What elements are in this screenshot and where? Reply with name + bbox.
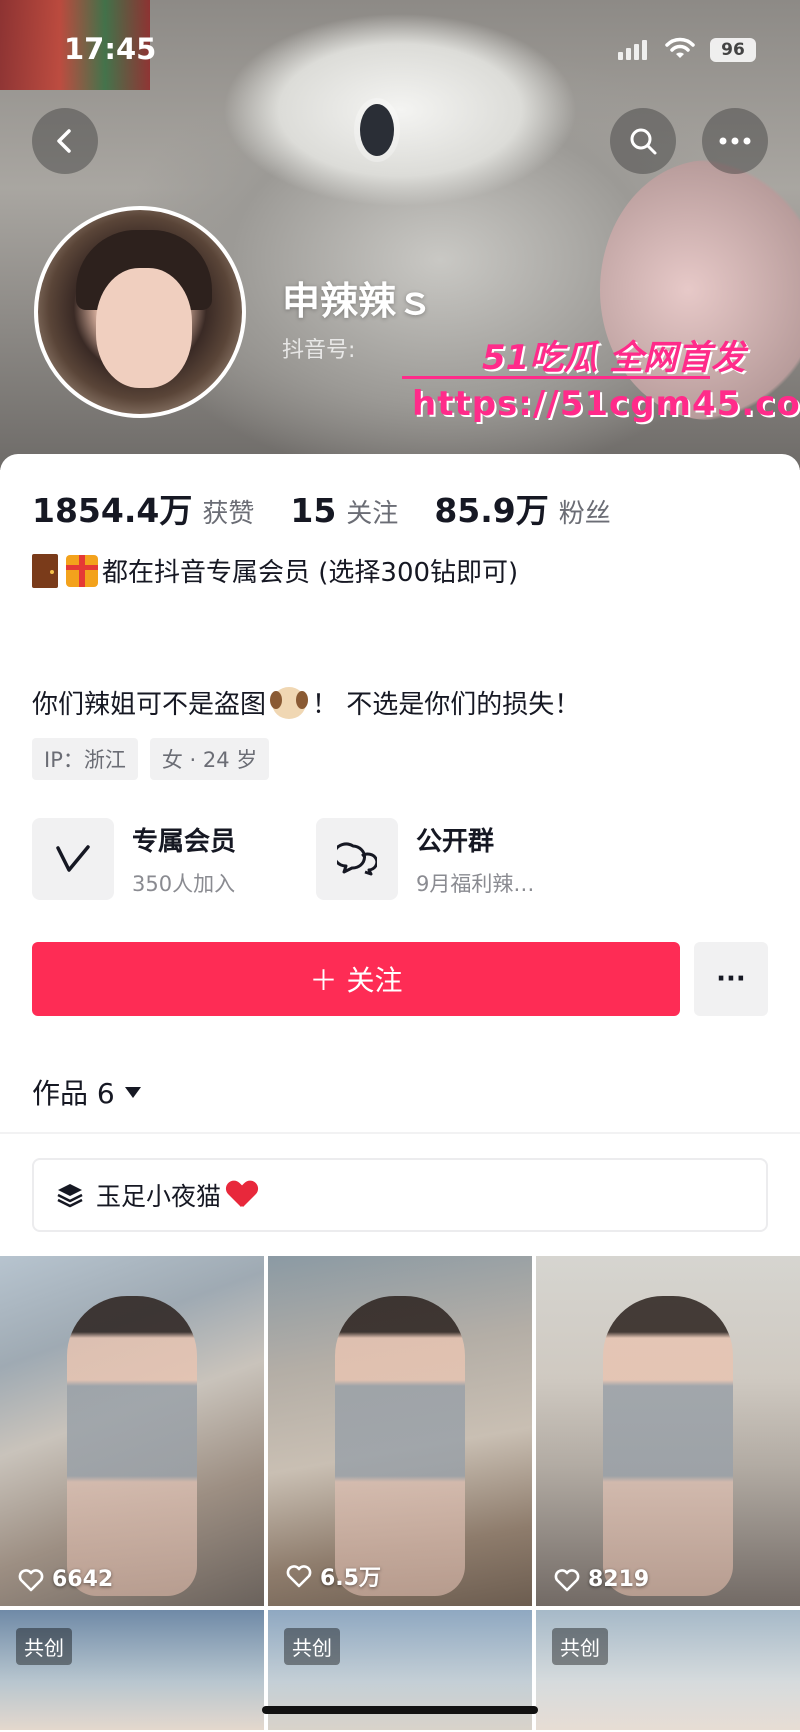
membership-link[interactable]: 专属会员 350人加入 — [32, 818, 236, 900]
wifi-icon — [665, 37, 695, 58]
door-emoji-icon — [32, 553, 58, 588]
video-thumbnail[interactable]: 6642 — [0, 1256, 264, 1606]
more-dots-icon — [719, 137, 751, 145]
followers-label: 粉丝 — [558, 499, 611, 529]
section-divider — [0, 1132, 800, 1134]
public-group-link[interactable]: 公开群 9月福利辣… — [316, 818, 534, 900]
video-thumbnail[interactable]: 共创 — [536, 1610, 800, 1730]
cover-rabbit-ear — [600, 160, 800, 420]
gender-age-tag: 女 · 24 岁 — [149, 738, 270, 780]
dropdown-triangle-icon — [124, 1086, 141, 1098]
video-likes: 6.5万 — [286, 1560, 381, 1592]
video-likes-count: 8219 — [588, 1567, 650, 1592]
co-creation-badge: 共创 — [16, 1628, 72, 1665]
works-tab[interactable]: 作品 6 — [32, 1072, 141, 1112]
co-creation-badge: 共创 — [552, 1628, 608, 1665]
membership-title: 专属会员 — [132, 826, 237, 857]
gift-emoji-icon — [66, 554, 98, 587]
profile-card: 1854.4万 获赞 15 关注 85.9万 粉丝 都在抖音专属会员 (选择30… — [0, 454, 800, 1732]
works-label: 作品 6 — [32, 1077, 115, 1110]
heart-outline-icon — [554, 1568, 580, 1591]
bio-text-1: 都在抖音专属会员 (选择300钻即可) — [102, 558, 519, 588]
co-creation-badge: 共创 — [284, 1628, 340, 1665]
video-thumbnail[interactable]: 8219 — [536, 1256, 800, 1606]
search-button[interactable] — [610, 108, 676, 174]
video-thumbnail[interactable]: 6.5万 — [268, 1256, 532, 1606]
status-time: 17:45 — [64, 32, 157, 66]
group-title: 公开群 — [416, 826, 495, 857]
bio-text-2a: 你们辣姐可不是盗图 — [32, 690, 267, 720]
profile-tags: IP：浙江 女 · 24 岁 — [32, 738, 270, 780]
bio-line-1: 都在抖音专属会员 (选择300钻即可) — [32, 552, 518, 589]
cover-rabbit-eye — [360, 104, 394, 156]
more-options-button[interactable] — [702, 108, 768, 174]
battery-indicator: 96 — [710, 38, 756, 62]
bio-text-2b: ！ 不选是你们的损失！ — [312, 690, 581, 720]
status-bar: 17:45 96 — [0, 0, 800, 100]
more-actions-button[interactable]: ··· — [694, 942, 768, 1016]
watermark-underline — [402, 376, 710, 379]
video-likes: 6642 — [18, 1567, 113, 1592]
follow-button[interactable]: ＋ 关注 — [32, 942, 680, 1016]
ip-location-tag: IP：浙江 — [32, 738, 138, 780]
avatar[interactable] — [34, 206, 246, 418]
search-icon — [630, 128, 657, 155]
video-grid: 6642 6.5万 8219 共创 共创 共创 — [0, 1256, 800, 1730]
collection-bar[interactable]: 玉足小夜猫 — [32, 1158, 768, 1232]
cellular-signal-icon — [618, 40, 647, 60]
layers-icon — [57, 1184, 83, 1208]
group-subtitle: 9月福利辣… — [416, 871, 535, 896]
douyin-id[interactable]: 抖音号: — [282, 332, 355, 364]
video-likes-count: 6.5万 — [320, 1566, 381, 1591]
profile-username: 申辣辣ｓ — [282, 279, 435, 323]
bio-line-2: 你们辣姐可不是盗图 ！ 不选是你们的损失！ — [32, 684, 580, 721]
following-count[interactable]: 15 — [290, 491, 336, 530]
watermark-url: https://51cgm45.com — [412, 384, 800, 424]
video-likes: 8219 — [554, 1567, 649, 1592]
following-label: 关注 — [346, 499, 399, 529]
watermark-brand: 51吃瓜 全网首发 — [482, 338, 746, 378]
followers-count[interactable]: 85.9万 — [434, 484, 548, 532]
home-indicator[interactable] — [262, 1706, 538, 1714]
chat-bubbles-icon — [337, 842, 377, 876]
back-button[interactable] — [32, 108, 98, 174]
heart-outline-icon — [286, 1565, 312, 1588]
red-heart-emoji-icon — [227, 1181, 257, 1209]
membership-v-icon — [56, 845, 90, 872]
profile-stats: 1854.4万 获赞 15 关注 85.9万 粉丝 — [32, 484, 647, 532]
likes-count[interactable]: 1854.4万 — [32, 484, 192, 532]
heart-outline-icon — [18, 1568, 44, 1591]
collection-label: 玉足小夜猫 — [96, 1182, 222, 1211]
video-thumbnail[interactable]: 共创 — [0, 1610, 264, 1730]
membership-subtitle: 350人加入 — [132, 871, 236, 896]
likes-label: 获赞 — [202, 499, 255, 529]
video-likes-count: 6642 — [52, 1567, 114, 1592]
chevron-left-icon — [57, 129, 71, 153]
dog-emoji-icon — [270, 686, 309, 719]
